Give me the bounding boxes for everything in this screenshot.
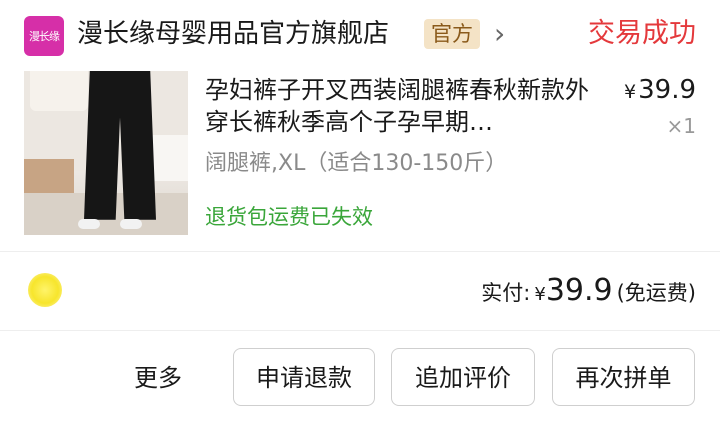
image-shoe-left xyxy=(78,219,100,229)
emoji-icon xyxy=(28,273,62,307)
shipping-note: (免运费) xyxy=(616,281,696,305)
refund-button[interactable]: 申请退款 xyxy=(233,348,375,406)
order-status: 交易成功 xyxy=(588,18,696,49)
unit-price: ¥39.9 xyxy=(624,72,696,110)
divider xyxy=(0,330,720,331)
image-lamp xyxy=(30,71,88,111)
price-value: 39.9 xyxy=(638,75,696,105)
shop-logo[interactable]: 漫长缘 xyxy=(24,16,64,56)
divider xyxy=(0,251,720,252)
product-spec: 阔腿裤,XL（适合130-150斤） xyxy=(205,151,508,176)
paid-currency: ¥ xyxy=(534,284,546,305)
reorder-button[interactable]: 再次拼单 xyxy=(552,348,695,406)
price-currency: ¥ xyxy=(624,81,637,103)
add-review-button[interactable]: 追加评价 xyxy=(391,348,535,406)
order-header: 漫长缘 漫长缘母婴用品官方旗舰店 官方 › 交易成功 xyxy=(0,0,720,70)
shop-logo-text: 漫长缘 xyxy=(29,30,60,43)
return-shipping-note: 退货包运费已失效 xyxy=(205,205,373,229)
paid-total: 实付: ¥39.9 (免运费) xyxy=(481,272,696,314)
shop-name[interactable]: 漫长缘母婴用品官方旗舰店 xyxy=(77,14,389,54)
paid-label: 实付: xyxy=(481,281,531,305)
product-image[interactable] xyxy=(24,71,188,235)
chevron-right-icon[interactable]: › xyxy=(494,14,505,54)
paid-amount: 39.9 xyxy=(545,273,613,308)
official-badge: 官方 xyxy=(424,19,480,49)
more-button[interactable]: 更多 xyxy=(134,358,182,398)
product-title[interactable]: 孕妇裤子开叉西装阔腿裤春秋新款外穿长裤秋季高个子孕早期… xyxy=(205,74,601,138)
image-shoe-right xyxy=(120,219,142,229)
quantity: ×1 xyxy=(666,114,696,138)
